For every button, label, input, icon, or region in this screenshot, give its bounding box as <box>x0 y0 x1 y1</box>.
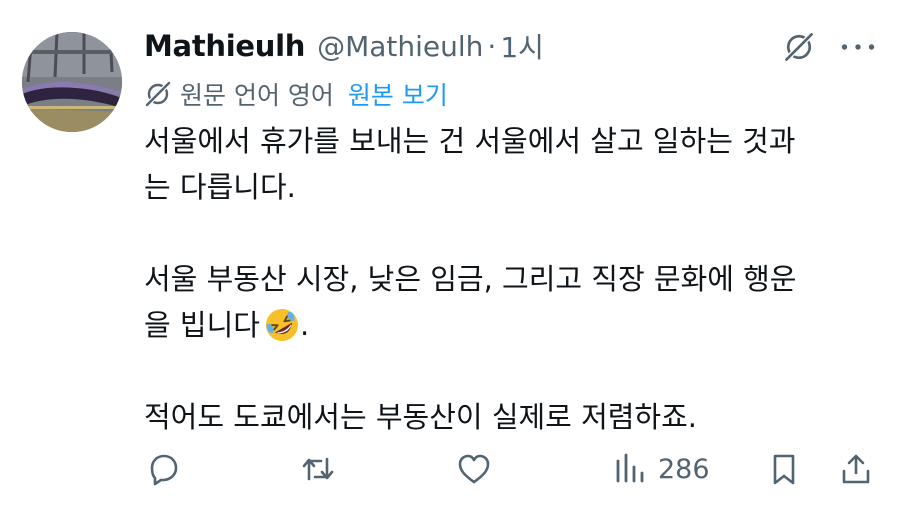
reply-button[interactable] <box>146 446 182 492</box>
tweet-line: 적어도 도쿄에서는 부동산이 실제로 저렴하죠. <box>144 400 698 434</box>
views-count: 286 <box>658 453 710 485</box>
views-button[interactable]: 286 <box>612 446 710 492</box>
avatar-train-photo <box>22 32 122 132</box>
heart-icon <box>458 454 490 484</box>
tweet-line-suffix: . <box>299 308 310 342</box>
tweet-line: 서울 부동산 시장, 낮은 임금, 그리고 직장 문화에 행운 <box>144 262 797 296</box>
author-handle[interactable]: @Mathieulh <box>317 30 483 63</box>
tweet-header: Mathieulh @Mathieulh · 1시 <box>144 26 544 66</box>
share-icon <box>842 454 870 484</box>
grok-icon <box>785 33 813 61</box>
tweet-action-bar: 286 <box>0 446 900 492</box>
bookmark-icon <box>773 454 795 485</box>
retweet-icon <box>302 457 334 481</box>
grok-icon <box>144 80 172 108</box>
translation-notice: 원문 언어 영어 원본 보기 <box>144 76 448 112</box>
author-display-name[interactable]: Mathieulh <box>144 29 305 63</box>
show-original-link[interactable]: 원본 보기 <box>348 76 448 112</box>
bookmark-button[interactable] <box>766 446 802 492</box>
separator-dot: · <box>487 29 497 63</box>
reply-icon <box>150 454 178 486</box>
grok-button[interactable] <box>780 28 818 66</box>
tweet-line: 서울에서 휴가를 보내는 건 서울에서 살고 일하는 것과 <box>144 124 796 158</box>
tweet-text: 서울에서 휴가를 보내는 건 서울에서 살고 일하는 것과 는 다릅니다. 서울… <box>144 118 884 440</box>
rolling-on-floor-laughing-emoji <box>265 309 298 341</box>
more-options-button[interactable] <box>838 30 878 64</box>
retweet-button[interactable] <box>300 446 336 492</box>
like-button[interactable] <box>456 446 492 492</box>
tweet-line: 는 다릅니다. <box>144 170 296 204</box>
translation-source-language: 원문 언어 영어 <box>180 81 334 110</box>
tweet-line-with-emoji: 을 빕니다 . <box>144 302 884 348</box>
tweet-line-text: 을 빕니다 <box>144 308 260 342</box>
more-horizontal-icon <box>841 44 875 50</box>
views-icon <box>616 453 644 483</box>
avatar[interactable] <box>22 32 122 132</box>
tweet-timestamp[interactable]: 1시 <box>500 26 544 66</box>
share-button[interactable] <box>838 446 874 492</box>
